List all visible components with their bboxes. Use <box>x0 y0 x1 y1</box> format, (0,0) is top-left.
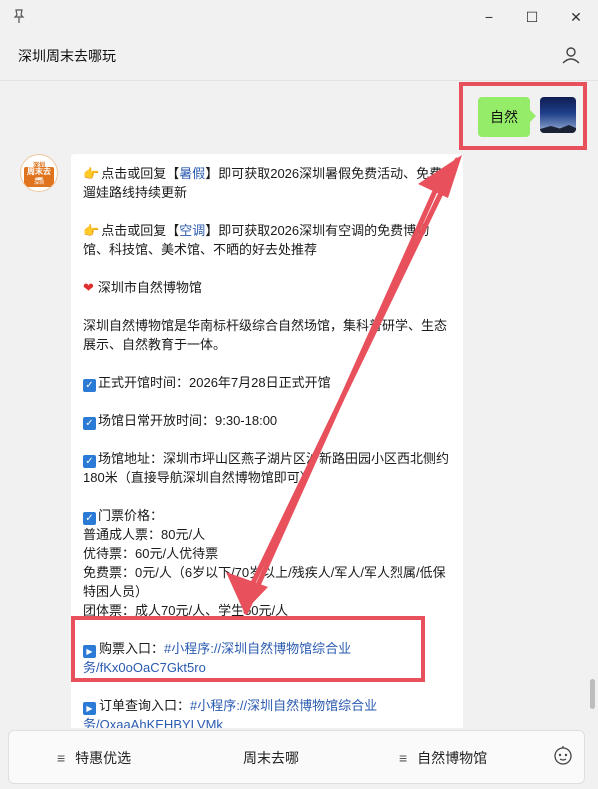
address: 场馆地址：深圳市坪山区燕子湖片区沙新路田园小区西北侧约180米（直接导航深圳自然… <box>83 451 450 485</box>
check-icon: ✓ <box>83 417 96 430</box>
user-avatar[interactable] <box>540 97 576 133</box>
hours-line: ✓ 场馆日常开放时间：9:30-18:00 <box>83 411 451 430</box>
bottom-menu-bar: ≡ 特惠优选 周末去哪 ≡ 自然博物馆 <box>8 730 585 784</box>
address-line: ✓ 场馆地址：深圳市坪山区燕子湖片区沙新路田园小区西北侧约180米（直接导航深圳自… <box>83 449 451 487</box>
chat-title: 深圳周末去哪玩 <box>18 48 116 64</box>
p2-before: 点击或回复【 <box>101 223 180 238</box>
bot-message-bubble: 👉 点击或回复【暑假】即可获取2026深圳暑假免费活动、免费遛娃路线持续更新 👉 点… <box>71 154 463 728</box>
purchase-line: ▶ 购票入口：#小程序://深圳自然博物馆综合业务/fKx0oOaC7Gkt5ro <box>83 639 451 677</box>
order-label: 订单查询入口： <box>99 698 191 713</box>
order-line: ▶ 订单查询入口：#小程序://深圳自然博物馆综合业务/OxaaAhKEHBYLV… <box>83 696 451 728</box>
ticket-section: ✓ 门票价格： 普通成人票：80元/人 优待票：60元/人优待票 免费票：0元/人… <box>83 506 451 620</box>
chat-area[interactable]: 自然 深圳 周末去哪 深圳 👉点击或回复【暑假】即可获取2026深圳暑假免费活动… <box>0 81 598 728</box>
avatar-text-3: 深圳 <box>29 180 49 187</box>
ticket-group: 团体票：成人70元/人、学生50元/人 <box>83 603 289 618</box>
venue-heading: ❤ 深圳市自然博物馆 <box>83 278 451 297</box>
menu-item-deals[interactable]: ≡ 特惠优选 <box>57 748 131 768</box>
play-icon: ▶ <box>83 645 96 658</box>
venue-name: 深圳市自然博物馆 <box>97 280 202 295</box>
pin-icon[interactable] <box>10 8 28 26</box>
check-icon: ✓ <box>83 455 96 468</box>
chat-scrollbar[interactable] <box>590 679 595 709</box>
ticket-discount: 优待票：60元/人优待票 <box>83 546 219 561</box>
ticket-adult: 普通成人票：80元/人 <box>83 527 206 542</box>
play-icon: ▶ <box>83 702 96 715</box>
menu-label: 周末去哪 <box>243 750 299 766</box>
opening-date-line: ✓ 正式开馆时间：2026年7月28日正式开馆 <box>83 373 451 392</box>
menu-item-museum[interactable]: ≡ 自然博物馆 <box>399 748 487 768</box>
ac-keyword-link[interactable]: 空调 <box>179 223 205 238</box>
check-icon: ✓ <box>83 512 96 525</box>
venue-description: 深圳自然博物馆是华南标杆级综合自然场馆，集科普研学、生态展示、自然教育于一体。 <box>83 318 448 352</box>
bot-service-icon[interactable] <box>552 745 574 767</box>
menu-label: 特惠优选 <box>75 750 132 766</box>
user-message-bubble[interactable]: 自然 <box>478 97 536 137</box>
chat-header: 深圳周末去哪玩 <box>0 34 598 81</box>
maximize-button[interactable]: ☐ <box>521 6 543 28</box>
ticket-header: 门票价格： <box>98 508 164 523</box>
menu-icon: ≡ <box>399 750 408 766</box>
minimize-button[interactable]: − <box>478 6 500 28</box>
opening-date: 正式开馆时间：2026年7月28日正式开馆 <box>98 375 331 390</box>
profile-icon[interactable] <box>560 44 582 66</box>
close-button[interactable]: ✕ <box>565 6 587 28</box>
purchase-label: 购票入口： <box>99 641 165 656</box>
heart-icon: ❤ <box>83 280 94 295</box>
summer-reply-line: 👉 点击或回复【暑假】即可获取2026深圳暑假免费活动、免费遛娃路线持续更新 <box>83 164 451 202</box>
pointing-hand-icon: 👉 <box>83 223 100 238</box>
hours: 场馆日常开放时间：9:30-18:00 <box>98 413 278 428</box>
title-bar: − ☐ ✕ <box>0 0 598 34</box>
menu-label: 自然博物馆 <box>417 750 488 766</box>
menu-icon: ≡ <box>57 750 66 766</box>
menu-item-weekend[interactable]: 周末去哪 <box>243 748 299 768</box>
p1-before: 点击或回复【 <box>101 166 180 181</box>
pointing-hand-icon: 👉 <box>83 166 100 181</box>
bot-avatar[interactable]: 深圳 周末去哪 深圳 <box>20 154 58 192</box>
ac-reply-line: 👉 点击或回复【空调】即可获取2026深圳有空调的免费博物馆、科技馆、美术馆、不晒… <box>83 221 451 259</box>
summer-keyword-link[interactable]: 暑假 <box>179 166 205 181</box>
check-icon: ✓ <box>83 379 96 392</box>
ticket-free: 免费票：0元/人（6岁以下/70岁以上/残疾人/军人/军人烈属/低保特困人员） <box>83 565 446 599</box>
